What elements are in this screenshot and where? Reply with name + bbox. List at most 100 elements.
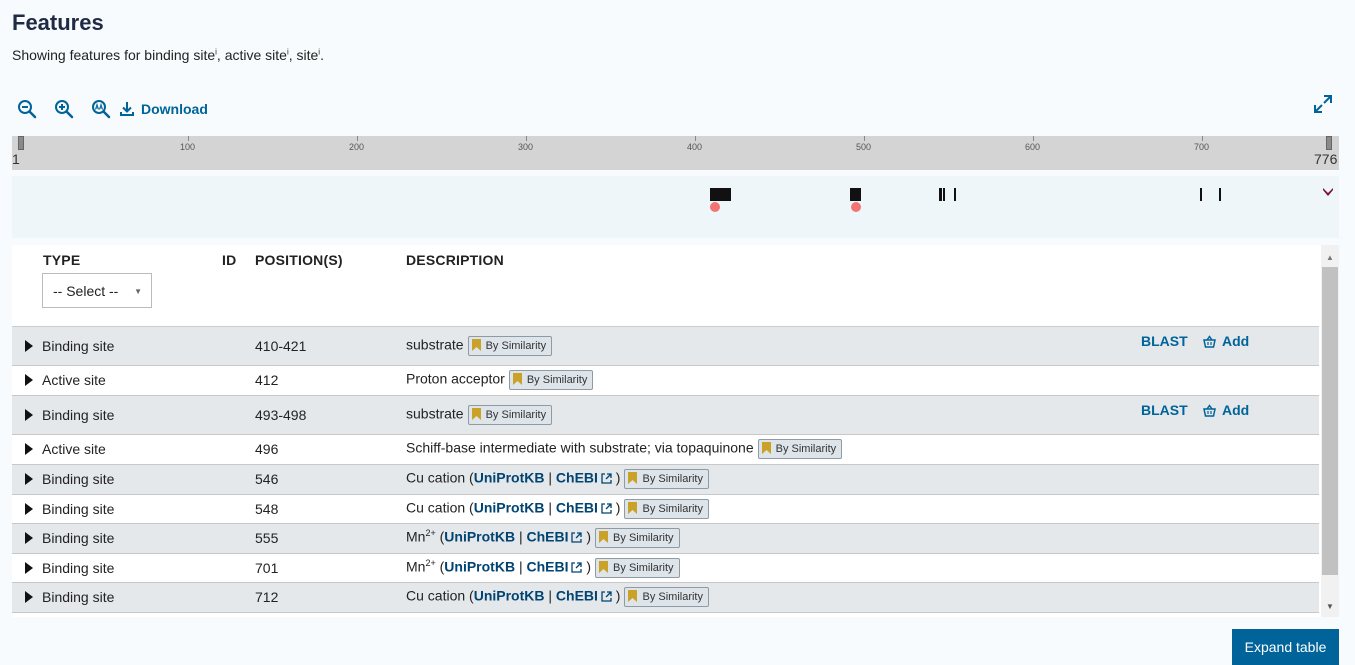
- external-link-icon[interactable]: [571, 562, 583, 573]
- scroll-up-icon[interactable]: ▲: [1326, 253, 1334, 262]
- feature-binding-555[interactable]: [954, 188, 956, 201]
- external-link-icon[interactable]: [601, 503, 612, 514]
- external-link-icon[interactable]: [601, 473, 612, 484]
- table-row[interactable]: Binding site 546 Cu cation (UniProtKB | Ch…: [12, 465, 1319, 495]
- ruler-tick: 600: [1025, 136, 1041, 152]
- table-row[interactable]: Binding site 548 Cu cation (UniProtKB | Ch…: [12, 495, 1319, 524]
- evidence-badge[interactable]: By Similarity: [595, 528, 680, 548]
- expand-row-icon[interactable]: [24, 409, 34, 421]
- evidence-flag-icon: [471, 407, 481, 420]
- range-start-handle[interactable]: [18, 136, 24, 150]
- column-id[interactable]: ID: [222, 252, 236, 268]
- zoom-in-icon[interactable]: [53, 98, 75, 120]
- feature-active-496[interactable]: [851, 202, 861, 212]
- feature-active-412[interactable]: [710, 202, 720, 212]
- fullscreen-icon[interactable]: [1313, 94, 1333, 114]
- blast-button[interactable]: BLAST: [1141, 402, 1188, 418]
- chebi-link[interactable]: ChEBI: [556, 588, 598, 604]
- feature-binding-701[interactable]: [1200, 188, 1202, 201]
- scrollbar-thumb[interactable]: [1322, 267, 1338, 575]
- evidence-badge[interactable]: By Similarity: [595, 558, 680, 578]
- zoom-out-icon[interactable]: [16, 98, 38, 120]
- evidence-badge[interactable]: By Similarity: [624, 469, 709, 489]
- column-type[interactable]: TYPE: [43, 252, 80, 268]
- chebi-link[interactable]: ChEBI: [556, 470, 598, 486]
- table-scrollbar[interactable]: ▲ ▼: [1321, 245, 1339, 617]
- add-to-basket-button[interactable]: Add: [1203, 402, 1249, 418]
- expand-row-icon[interactable]: [24, 473, 34, 485]
- expand-row-icon[interactable]: [24, 443, 34, 455]
- feature-binding-548[interactable]: [943, 188, 945, 201]
- table-row[interactable]: Binding site 555 Mn2+ (UniProtKB | ChEBI )…: [12, 524, 1319, 554]
- scroll-down-icon[interactable]: ▼: [1326, 602, 1334, 611]
- feature-track: [12, 176, 1339, 238]
- uniprotkb-link[interactable]: UniProtKB: [444, 559, 515, 575]
- feature-description: Cu cation (UniProtKB | ChEBI ) By Similar…: [406, 587, 709, 607]
- feature-type: Active site: [42, 372, 106, 388]
- info-marker[interactable]: i: [318, 47, 320, 56]
- info-marker[interactable]: i: [287, 47, 289, 56]
- uniprotkb-link[interactable]: UniProtKB: [444, 529, 515, 545]
- expand-row-icon[interactable]: [24, 562, 34, 574]
- feature-binding-712[interactable]: [1219, 188, 1221, 201]
- expand-row-icon[interactable]: [24, 591, 34, 603]
- evidence-flag-icon: [512, 372, 522, 385]
- page-title: Features: [12, 10, 104, 35]
- feature-binding-410-421[interactable]: [710, 188, 731, 201]
- evidence-badge[interactable]: By Similarity: [467, 405, 553, 425]
- expand-table-button[interactable]: Expand table: [1232, 629, 1339, 665]
- feature-binding-546[interactable]: [939, 188, 942, 201]
- description-text: substrate: [406, 405, 464, 422]
- table-row[interactable]: Binding site 712 Cu cation (UniProtKB | Ch…: [12, 583, 1319, 613]
- download-button[interactable]: Download: [119, 101, 208, 117]
- expand-row-icon[interactable]: [24, 532, 34, 544]
- info-marker[interactable]: i: [215, 47, 217, 56]
- feature-type: Binding site: [42, 501, 115, 517]
- zoom-to-sequence-icon[interactable]: [90, 98, 112, 120]
- table-row[interactable]: Binding site 410-421 substrate By Similarit…: [12, 327, 1319, 366]
- column-description[interactable]: DESCRIPTION: [406, 252, 504, 268]
- feature-binding-493-498[interactable]: [850, 188, 861, 201]
- uniprotkb-link[interactable]: UniProtKB: [474, 470, 545, 486]
- uniprotkb-link[interactable]: UniProtKB: [474, 500, 545, 516]
- description-text: Schiff-base intermediate with substrate;…: [406, 439, 754, 456]
- evidence-badge[interactable]: By Similarity: [624, 499, 709, 519]
- evidence-flag-icon: [599, 530, 609, 543]
- description-text: Cu cation: [406, 587, 466, 604]
- expand-row-icon[interactable]: [24, 503, 34, 515]
- external-link-icon[interactable]: [571, 532, 583, 543]
- table-row[interactable]: Active site 496 Schiff-base intermediate w…: [12, 435, 1319, 465]
- table-row[interactable]: Active site 412 Proton acceptor By Similari…: [12, 366, 1319, 396]
- chevron-down-icon[interactable]: [1322, 186, 1334, 198]
- charge-superscript: 2+: [425, 528, 436, 539]
- feature-type: Active site: [42, 441, 106, 457]
- feature-position: 546: [255, 471, 279, 487]
- blast-button[interactable]: BLAST: [1141, 333, 1188, 349]
- sequence-ruler[interactable]: 100 200 300 400 500 600 700: [12, 136, 1339, 170]
- column-positions[interactable]: POSITION(S): [255, 252, 343, 268]
- feature-description: Proton acceptor By Similarity: [406, 370, 594, 390]
- expand-row-icon[interactable]: [24, 340, 34, 352]
- chebi-link[interactable]: ChEBI: [526, 529, 568, 545]
- feature-type: Binding site: [42, 589, 115, 605]
- table-row[interactable]: Binding site 701 Mn2+ (UniProtKB | ChEBI )…: [12, 554, 1319, 583]
- chebi-link[interactable]: ChEBI: [556, 500, 598, 516]
- range-end-handle[interactable]: [1326, 136, 1332, 150]
- type-filter-select[interactable]: -- Select -- ▼: [42, 273, 152, 308]
- evidence-flag-icon: [761, 441, 771, 454]
- type-filter-value: -- Select --: [53, 283, 119, 299]
- expand-row-icon[interactable]: [24, 374, 34, 386]
- evidence-badge[interactable]: By Similarity: [757, 439, 843, 459]
- chebi-link[interactable]: ChEBI: [526, 559, 568, 575]
- feature-type: Binding site: [42, 560, 115, 576]
- evidence-badge[interactable]: By Similarity: [467, 336, 553, 356]
- add-to-basket-button[interactable]: Add: [1203, 333, 1249, 349]
- evidence-badge[interactable]: By Similarity: [508, 370, 594, 390]
- table-row[interactable]: Binding site 493-498 substrate By Similarit…: [12, 396, 1319, 435]
- external-link-icon[interactable]: [601, 591, 612, 602]
- subtitle: Showing features for binding sitei, acti…: [12, 47, 324, 63]
- basket-icon: [1203, 334, 1216, 348]
- uniprotkb-link[interactable]: UniProtKB: [474, 588, 545, 604]
- evidence-badge[interactable]: By Similarity: [624, 587, 709, 607]
- feature-position: 493-498: [255, 407, 307, 423]
